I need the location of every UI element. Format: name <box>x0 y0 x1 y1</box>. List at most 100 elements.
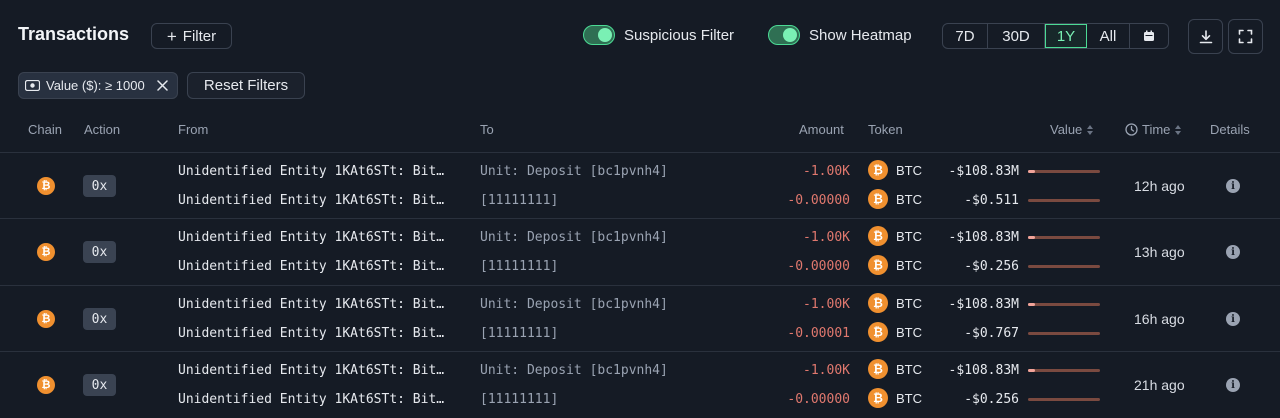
fullscreen-icon <box>1238 29 1253 44</box>
suspicious-filter-toggle[interactable] <box>583 25 615 45</box>
usd-value: -$0.511 <box>964 193 1019 208</box>
time-ago: 13h ago <box>1134 244 1185 260</box>
table-row[interactable]: ₿ 0x Unidentified Entity 1KAt6STt: Bit… Uni… <box>0 352 1280 418</box>
action-badge[interactable]: 0x <box>83 308 116 330</box>
token-cell[interactable]: ₿ BTC <box>868 255 922 275</box>
info-icon[interactable]: i <box>1226 312 1240 326</box>
to-address[interactable]: [11111111] <box>480 326 558 341</box>
bitcoin-token-icon: ₿ <box>868 322 888 342</box>
to-address[interactable]: Unit: Deposit [bc1pvnh4] <box>480 230 668 245</box>
bitcoin-token-icon: ₿ <box>868 293 888 313</box>
time-ago: 16h ago <box>1134 311 1185 327</box>
column-header-action: Action <box>84 122 121 137</box>
table-row[interactable]: ₿ 0x Unidentified Entity 1KAt6STt: Bit… Uni… <box>0 286 1280 352</box>
bitcoin-chain-icon: ₿ <box>37 177 55 195</box>
from-address[interactable]: Unidentified Entity 1KAt6STt: Bit… <box>178 259 444 274</box>
show-heatmap-label: Show Heatmap <box>809 26 912 44</box>
value-heat-fill <box>1028 236 1036 239</box>
column-header-details: Details <box>1210 122 1250 137</box>
info-icon[interactable]: i <box>1226 179 1240 193</box>
fullscreen-button[interactable] <box>1228 19 1263 54</box>
toggle-knob <box>598 28 612 42</box>
time-ago: 12h ago <box>1134 178 1185 194</box>
bitcoin-token-icon: ₿ <box>868 255 888 275</box>
bitcoin-token-icon: ₿ <box>868 388 888 408</box>
close-icon[interactable] <box>156 80 168 91</box>
value-heat-bar <box>1028 265 1100 268</box>
bitcoin-chain-icon: ₿ <box>37 243 55 261</box>
reset-filters-button[interactable]: Reset Filters <box>187 72 305 99</box>
from-address[interactable]: Unidentified Entity 1KAt6STt: Bit… <box>178 363 444 378</box>
from-address[interactable]: Unidentified Entity 1KAt6STt: Bit… <box>178 326 444 341</box>
token-cell[interactable]: ₿ BTC <box>868 226 922 246</box>
usd-value: -$108.83M <box>948 297 1019 312</box>
info-icon[interactable]: i <box>1226 378 1240 392</box>
column-header-amount: Amount <box>799 122 844 137</box>
to-address[interactable]: [11111111] <box>480 259 558 274</box>
column-header-time[interactable]: Time <box>1125 122 1182 137</box>
value-heat-bar <box>1028 398 1100 401</box>
column-header-token: Token <box>868 122 903 137</box>
download-button[interactable] <box>1188 19 1223 54</box>
calendar-button[interactable] <box>1130 24 1168 48</box>
suspicious-filter-label: Suspicious Filter <box>624 26 735 44</box>
value-heat-bar <box>1028 236 1100 239</box>
value-heat-fill <box>1028 369 1036 372</box>
from-address[interactable]: Unidentified Entity 1KAt6STt: Bit… <box>178 164 444 179</box>
bitcoin-token-icon: ₿ <box>868 359 888 379</box>
action-badge[interactable]: 0x <box>83 175 116 197</box>
clock-icon <box>1125 123 1138 136</box>
token-cell[interactable]: ₿ BTC <box>868 160 922 180</box>
add-filter-label: Filter <box>182 27 217 45</box>
bitcoin-token-icon: ₿ <box>868 226 888 246</box>
usd-value: -$0.256 <box>964 392 1019 407</box>
show-heatmap-toggle[interactable] <box>768 25 800 45</box>
from-address[interactable]: Unidentified Entity 1KAt6STt: Bit… <box>178 297 444 312</box>
calendar-icon <box>1144 30 1154 41</box>
add-filter-button[interactable]: + Filter <box>151 23 232 49</box>
usd-value: -$108.83M <box>948 363 1019 378</box>
to-address[interactable]: [11111111] <box>480 392 558 407</box>
column-header-chain: Chain <box>28 122 62 137</box>
amount-value: -1.00K <box>803 363 850 378</box>
to-address[interactable]: Unit: Deposit [bc1pvnh4] <box>480 164 668 179</box>
sort-icon <box>1087 124 1094 135</box>
action-badge[interactable]: 0x <box>83 241 116 263</box>
token-cell[interactable]: ₿ BTC <box>868 322 922 342</box>
from-address[interactable]: Unidentified Entity 1KAt6STt: Bit… <box>178 230 444 245</box>
token-cell[interactable]: ₿ BTC <box>868 359 922 379</box>
to-address[interactable]: [11111111] <box>480 193 558 208</box>
amount-value: -1.00K <box>803 230 850 245</box>
action-badge[interactable]: 0x <box>83 374 116 396</box>
table-row[interactable]: ₿ 0x Unidentified Entity 1KAt6STt: Bit… Uni… <box>0 153 1280 219</box>
range-30d-button[interactable]: 30D <box>988 24 1045 48</box>
from-address[interactable]: Unidentified Entity 1KAt6STt: Bit… <box>178 392 444 407</box>
time-ago: 21h ago <box>1134 377 1185 393</box>
bitcoin-chain-icon: ₿ <box>37 376 55 394</box>
table-row[interactable]: ₿ 0x Unidentified Entity 1KAt6STt: Bit… Uni… <box>0 219 1280 285</box>
value-filter-chip[interactable]: Value ($): ≥ 1000 <box>18 72 178 99</box>
to-address[interactable]: Unit: Deposit [bc1pvnh4] <box>480 297 668 312</box>
usd-value: -$0.256 <box>964 259 1019 274</box>
range-7d-button[interactable]: 7D <box>943 24 988 48</box>
column-header-value[interactable]: Value <box>1050 122 1094 137</box>
amount-value: -0.00001 <box>787 326 850 341</box>
from-address[interactable]: Unidentified Entity 1KAt6STt: Bit… <box>178 193 444 208</box>
usd-value: -$108.83M <box>948 230 1019 245</box>
info-icon[interactable]: i <box>1226 245 1240 259</box>
range-all-button[interactable]: All <box>1087 24 1130 48</box>
suspicious-filter-toggle-group[interactable]: Suspicious Filter <box>583 25 734 45</box>
token-cell[interactable]: ₿ BTC <box>868 189 922 209</box>
page-title: Transactions <box>18 24 130 44</box>
token-cell[interactable]: ₿ BTC <box>868 293 922 313</box>
value-heat-fill <box>1028 170 1036 173</box>
amount-value: -0.00000 <box>787 259 850 274</box>
usd-value: -$108.83M <box>948 164 1019 179</box>
amount-value: -1.00K <box>803 164 850 179</box>
range-1y-button[interactable]: 1Y <box>1045 24 1087 48</box>
bitcoin-token-icon: ₿ <box>868 189 888 209</box>
sort-icon <box>1175 124 1182 135</box>
to-address[interactable]: Unit: Deposit [bc1pvnh4] <box>480 363 668 378</box>
show-heatmap-toggle-group[interactable]: Show Heatmap <box>768 25 912 45</box>
token-cell[interactable]: ₿ BTC <box>868 388 922 408</box>
